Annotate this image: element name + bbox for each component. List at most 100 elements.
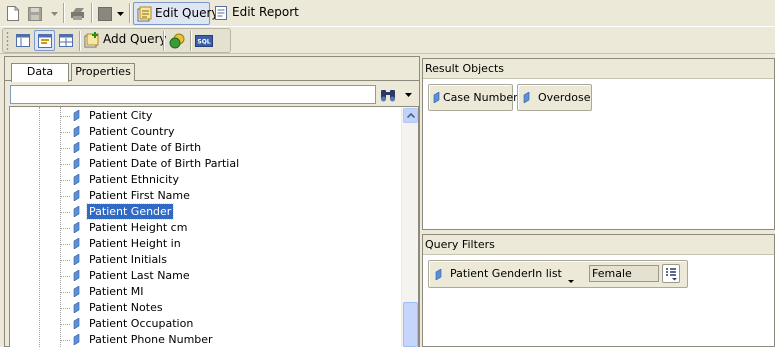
tree-connector bbox=[60, 164, 70, 165]
query-filters-title: Query Filters bbox=[423, 235, 774, 255]
filter-operator-dropdown[interactable]: In list bbox=[532, 261, 562, 286]
view-icon bbox=[98, 6, 112, 21]
query-toolbar: Add Query SQL bbox=[0, 27, 775, 54]
tree-item-label: Patient Height cm bbox=[89, 221, 188, 234]
tree-item[interactable]: Patient Height cm bbox=[10, 220, 398, 236]
tree-item-label: Patient Last Name bbox=[89, 269, 190, 282]
edit-query-label: Edit Query bbox=[155, 6, 219, 20]
object-search-input[interactable] bbox=[10, 85, 376, 104]
add-query-button[interactable]: Add Query bbox=[82, 30, 167, 51]
dimension-icon bbox=[73, 142, 80, 153]
dimension-icon bbox=[73, 238, 80, 249]
panel-layout-button[interactable] bbox=[13, 30, 33, 51]
tree-item-label: Patient Date of Birth Partial bbox=[89, 157, 240, 170]
tree-item[interactable]: Patient Date of Birth Partial bbox=[10, 156, 398, 172]
view-dropdown-button[interactable] bbox=[115, 3, 125, 24]
dimension-icon bbox=[435, 269, 442, 280]
filter-value-list-button[interactable] bbox=[662, 264, 680, 283]
tree-item-label: Patient Country bbox=[89, 125, 175, 138]
tree-item[interactable]: Patient MI bbox=[10, 284, 398, 300]
view-sql-button[interactable]: SQL bbox=[193, 30, 215, 51]
chevron-down-icon bbox=[404, 92, 412, 97]
tree-connector bbox=[60, 276, 70, 277]
data-panel-tabs: Data Properties bbox=[5, 59, 419, 82]
tree-item-label: Patient Notes bbox=[89, 301, 163, 314]
find-options-button[interactable] bbox=[402, 84, 414, 105]
main-toolbar: Edit Query Edit Report bbox=[0, 0, 775, 27]
toolbar-separator bbox=[91, 3, 92, 23]
list-icon bbox=[666, 268, 677, 281]
dimension-icon bbox=[73, 302, 80, 313]
panel-layout-icon bbox=[16, 34, 30, 47]
edit-report-button[interactable]: Edit Report bbox=[213, 2, 299, 25]
filter-value-field[interactable]: Female bbox=[589, 265, 659, 282]
tree-item-label: Patient City bbox=[89, 109, 153, 122]
grid-view-button[interactable] bbox=[56, 30, 76, 51]
sql-icon: SQL bbox=[195, 34, 213, 47]
dimension-icon bbox=[73, 126, 80, 137]
tree-connector bbox=[60, 244, 70, 245]
tree-connector bbox=[60, 148, 70, 149]
tree-connector bbox=[60, 212, 70, 213]
scroll-thumb[interactable] bbox=[403, 302, 418, 347]
save-dropdown-button[interactable] bbox=[48, 3, 60, 24]
tree-item[interactable]: Patient Phone Number bbox=[10, 332, 398, 347]
tab-properties[interactable]: Properties bbox=[71, 63, 135, 81]
tree-item[interactable]: Patient Last Name bbox=[10, 268, 398, 284]
dimension-icon bbox=[73, 270, 80, 281]
chevron-down-icon bbox=[50, 11, 58, 16]
result-object-overdose[interactable]: Overdose bbox=[517, 84, 592, 111]
query-panel-icon bbox=[37, 33, 52, 48]
dimension-icon bbox=[523, 92, 530, 103]
edit-query-button[interactable]: Edit Query bbox=[133, 2, 219, 25]
edit-report-icon bbox=[215, 6, 227, 20]
add-query-label: Add Query bbox=[103, 32, 167, 46]
tree-item-label: Patient Gender bbox=[85, 203, 175, 220]
tree-item[interactable]: Patient Notes bbox=[10, 300, 398, 316]
find-button[interactable] bbox=[379, 84, 397, 105]
query-panel-button[interactable] bbox=[34, 30, 55, 51]
tree-item-label: Patient Height in bbox=[89, 237, 181, 250]
binoculars-icon bbox=[381, 89, 395, 101]
tree-item[interactable]: Patient First Name bbox=[10, 188, 398, 204]
result-object-case-number[interactable]: Case Number bbox=[428, 84, 518, 111]
view-button[interactable] bbox=[96, 3, 114, 24]
object-tree: Patient City Patient Country Patient Date … bbox=[9, 106, 419, 347]
query-toolbar-band: Add Query SQL bbox=[2, 28, 231, 53]
result-object-label: Case Number bbox=[443, 91, 518, 104]
tree-item[interactable]: Patient City bbox=[10, 108, 398, 124]
tree-item-label: Patient Initials bbox=[89, 253, 167, 266]
dimension-icon bbox=[73, 334, 80, 345]
tree-scrollbar[interactable] bbox=[401, 107, 418, 347]
dimension-icon bbox=[73, 318, 80, 329]
scroll-up-button[interactable] bbox=[403, 108, 418, 123]
toolbar-separator bbox=[163, 31, 164, 51]
toolbar-grip[interactable] bbox=[6, 31, 9, 50]
tab-data[interactable]: Data bbox=[11, 63, 69, 82]
tree-item-label: Patient First Name bbox=[89, 189, 190, 202]
dimension-icon bbox=[73, 286, 80, 297]
print-button[interactable] bbox=[68, 3, 88, 24]
dimension-icon bbox=[73, 190, 80, 201]
tree-item[interactable]: Patient Initials bbox=[10, 252, 398, 268]
save-icon bbox=[28, 6, 42, 21]
tree-connector bbox=[60, 180, 70, 181]
tree-item[interactable]: Patient Ethnicity bbox=[10, 172, 398, 188]
tree-item[interactable]: Patient Occupation bbox=[10, 316, 398, 332]
result-object-label: Overdose bbox=[538, 91, 591, 104]
dimension-icon bbox=[433, 92, 440, 103]
save-button[interactable] bbox=[26, 3, 44, 24]
print-icon bbox=[71, 7, 84, 20]
edit-query-icon bbox=[137, 6, 152, 22]
tree-item-label: Patient Ethnicity bbox=[89, 173, 179, 186]
tree-item[interactable]: Patient Gender bbox=[10, 203, 398, 220]
combined-query-button[interactable] bbox=[166, 30, 187, 51]
tree-connector bbox=[60, 324, 70, 325]
dimension-icon bbox=[73, 254, 80, 265]
tree-item[interactable]: Patient Country bbox=[10, 124, 398, 140]
tree-item[interactable]: Patient Date of Birth bbox=[10, 140, 398, 156]
query-filters-panel: Query Filters bbox=[422, 234, 775, 347]
new-document-button[interactable] bbox=[4, 3, 22, 24]
chevron-down-icon[interactable] bbox=[568, 280, 574, 283]
tree-item[interactable]: Patient Height in bbox=[10, 236, 398, 252]
